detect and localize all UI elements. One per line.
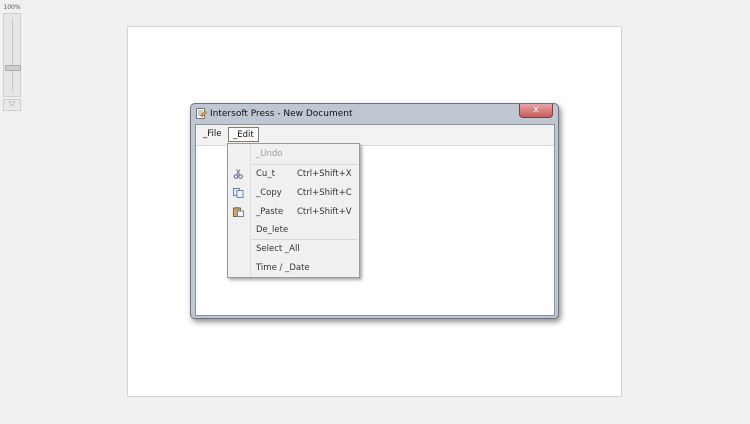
menu-item-shortcut: Ctrl+Shift+X <box>297 169 352 179</box>
menu-item-shortcut: Ctrl+Shift+V <box>297 207 352 217</box>
window-title: Intersoft Press - New Document <box>210 109 353 119</box>
menu-item-label: Cu_t <box>256 169 275 179</box>
menu-file[interactable]: _File <box>199 127 225 142</box>
zoom-control: 100% ⤧ <box>3 3 21 111</box>
close-button[interactable]: x <box>519 104 553 118</box>
edit-menu-dropdown: _Undo Cu_t Ctrl+Shift+X _Copy Ctrl+Shift… <box>227 143 360 278</box>
menu-item-time-date[interactable]: Time / _Date <box>228 259 359 277</box>
copy-icon <box>233 188 244 198</box>
menu-item-paste[interactable]: _Paste Ctrl+Shift+V <box>228 203 359 221</box>
menu-item-shortcut: Ctrl+Shift+C <box>297 188 352 198</box>
zoom-slider[interactable] <box>3 13 21 97</box>
menu-item-select-all[interactable]: Select _All <box>228 240 359 258</box>
menu-item-label: _Undo <box>256 149 283 159</box>
scissors-icon <box>233 169 243 179</box>
menu-item-label: De_lete <box>256 225 289 235</box>
menu-item-undo[interactable]: _Undo <box>228 145 359 163</box>
zoom-fit-button[interactable]: ⤧ <box>3 99 21 111</box>
zoom-slider-thumb[interactable] <box>5 65 21 71</box>
menu-item-label: Time / _Date <box>256 263 310 273</box>
menu-item-label: _Paste <box>256 207 284 217</box>
zoom-level-label: 100% <box>3 4 21 11</box>
menu-item-copy[interactable]: _Copy Ctrl+Shift+C <box>228 184 359 202</box>
menu-item-label: _Copy <box>256 188 282 198</box>
menu-item-label: Select _All <box>256 244 300 254</box>
document-edit-icon <box>196 108 207 119</box>
menu-item-delete[interactable]: De_lete <box>228 221 359 239</box>
menu-edit[interactable]: _Edit <box>228 127 259 142</box>
title-bar[interactable]: Intersoft Press - New Document x <box>191 104 558 124</box>
paste-icon <box>233 207 244 217</box>
zoom-slider-line <box>12 18 13 92</box>
menu-item-cut[interactable]: Cu_t Ctrl+Shift+X <box>228 165 359 183</box>
